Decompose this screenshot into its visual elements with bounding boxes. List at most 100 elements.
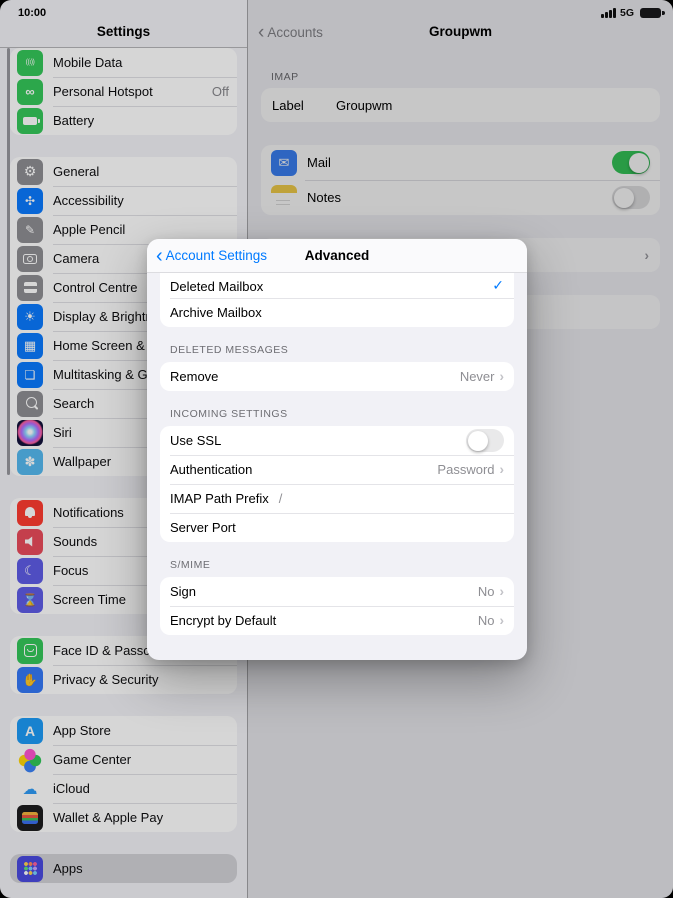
modal-row-value: Never xyxy=(460,369,495,384)
modal-section-header-deleted-messages: DELETED MESSAGES xyxy=(170,344,504,357)
privacy-hand-icon-glyph: ✋ xyxy=(23,673,38,687)
modal-row-sign[interactable]: Sign No › xyxy=(160,577,514,606)
modal-title: Advanced xyxy=(305,248,370,263)
modal-row-deleted-mailbox[interactable]: Deleted Mailbox ✓ xyxy=(160,273,514,298)
face-id-icon xyxy=(17,638,43,664)
personal-hotspot-icon: ∞ xyxy=(17,79,43,105)
sidebar-item-label: Wallet & Apple Pay xyxy=(53,810,229,825)
chevron-right-icon: › xyxy=(500,584,505,599)
modal-row-server-port[interactable]: Server Port xyxy=(160,513,514,542)
mail-icon: ✉ xyxy=(271,150,297,176)
mail-icon-glyph: ✉ xyxy=(279,155,290,171)
sidebar-item-general[interactable]: ⚙General xyxy=(10,157,237,186)
service-row-notes[interactable]: Notes xyxy=(261,180,660,215)
sidebar-item-apps[interactable]: Apps xyxy=(10,854,237,883)
sidebar-group: Apps xyxy=(10,854,237,883)
sidebar-item-label: Personal Hotspot xyxy=(53,84,206,99)
sidebar-group: ((ı)) Mobile Data ∞ Personal HotspotOff Batt… xyxy=(10,48,237,135)
modal-row-encrypt-by-default[interactable]: Encrypt by DefaultNo› xyxy=(160,606,514,635)
label-value: Groupwm xyxy=(336,98,392,113)
label-card: Label Groupwm xyxy=(261,88,660,122)
chevron-right-icon: › xyxy=(645,248,650,263)
mobile-data-icon: ((ı)) xyxy=(17,50,43,76)
chevron-right-icon: › xyxy=(500,369,505,384)
imap-section-header: IMAP xyxy=(271,71,660,83)
sidebar-scrollbar[interactable] xyxy=(7,48,10,475)
hourglass-icon-glyph: ⌛ xyxy=(23,593,38,607)
modal-group: Remove Never › xyxy=(160,362,514,391)
modal-row-value: Password xyxy=(437,462,494,477)
pencil-icon: ✎ xyxy=(17,217,43,243)
sidebar-item-wallet-apple-pay[interactable]: Wallet & Apple Pay xyxy=(10,803,237,832)
camera-icon-glyph xyxy=(23,254,37,264)
sidebar-item-icloud[interactable]: ☁iCloud xyxy=(10,774,237,803)
sidebar-item-personal-hotspot[interactable]: ∞ Personal HotspotOff xyxy=(10,77,237,106)
sidebar-item-label: Apps xyxy=(53,861,229,876)
pencil-icon-glyph: ✎ xyxy=(25,223,35,237)
notes-icon xyxy=(271,185,297,211)
account-settings-back-button[interactable]: ‹ Account Settings xyxy=(156,239,267,272)
sidebar-item-mobile-data[interactable]: ((ı)) Mobile Data xyxy=(10,48,237,77)
sidebar-item-privacy-security[interactable]: ✋Privacy & Security xyxy=(10,665,237,694)
accessibility-icon-glyph: ✣ xyxy=(25,194,35,208)
sidebar-item-label: Battery xyxy=(53,113,229,128)
multitasking-icon-glyph: ❏ xyxy=(25,368,36,382)
wallet-icon-glyph xyxy=(22,812,38,824)
back-label: Account Settings xyxy=(166,248,267,263)
ipad-screen: 10:00 Settings ((ı))Mobile Data∞Personal… xyxy=(0,0,673,898)
speaker-icon-glyph xyxy=(25,536,36,547)
service-label: Notes xyxy=(307,190,341,205)
mail-toggle[interactable] xyxy=(612,151,650,174)
gear-icon-glyph: ⚙ xyxy=(24,163,37,180)
wallpaper-icon-glyph: ✽ xyxy=(25,454,36,470)
modal-row-imap-path-prefix[interactable]: IMAP Path Prefix/ xyxy=(160,484,514,513)
accessibility-icon: ✣ xyxy=(17,188,43,214)
modal-row-value: No xyxy=(478,584,495,599)
notes-toggle[interactable] xyxy=(612,186,650,209)
bell-icon-glyph xyxy=(25,507,35,516)
sidebar-item-label: Mobile Data xyxy=(53,55,229,70)
home-screen-icon-glyph: ▦ xyxy=(24,338,36,354)
mailbox-list: Deleted Mailbox ✓ Archive Mailbox xyxy=(160,273,514,327)
sidebar-item-accessibility[interactable]: ✣Accessibility xyxy=(10,186,237,215)
modal-row-archive-mailbox[interactable]: Archive Mailbox xyxy=(160,298,514,327)
modal-row-label: Deleted Mailbox xyxy=(170,279,263,294)
personal-hotspot-icon-glyph: ∞ xyxy=(25,84,34,99)
sidebar-header: Settings xyxy=(0,0,247,48)
multitasking-icon: ❏ xyxy=(17,362,43,388)
modal-row-label: Sign xyxy=(170,584,196,599)
modal-row-authentication[interactable]: AuthenticationPassword› xyxy=(160,455,514,484)
sidebar-group: A App Store Game Center ☁iCloud Wallet & App… xyxy=(10,716,237,832)
chevron-left-icon: ‹ xyxy=(156,250,163,262)
mail-toggle-knob xyxy=(629,153,649,173)
camera-icon xyxy=(17,246,43,272)
sidebar-item-value: Off xyxy=(206,84,229,99)
modal-sections: DELETED MESSAGESRemoveNever›INCOMING SET… xyxy=(147,344,527,635)
use-ssl-toggle[interactable] xyxy=(466,429,504,452)
modal-row-use-ssl[interactable]: Use SSL xyxy=(160,426,514,455)
service-row-mail[interactable]: ✉Mail xyxy=(261,145,660,180)
sidebar-title: Settings xyxy=(0,24,247,39)
modal-row-remove[interactable]: Remove Never › xyxy=(160,362,514,391)
label-row[interactable]: Label Groupwm xyxy=(261,88,660,122)
modal-row-label: Server Port xyxy=(170,520,236,535)
brightness-icon: ☀ xyxy=(17,304,43,330)
notes-icon-glyph xyxy=(271,185,297,211)
app-store-icon: A xyxy=(17,718,43,744)
privacy-hand-icon: ✋ xyxy=(17,667,43,693)
sidebar-item-label: App Store xyxy=(53,723,229,738)
modal-row-label: Remove xyxy=(170,369,218,384)
sidebar-item-app-store[interactable]: A App Store xyxy=(10,716,237,745)
sidebar-item-game-center[interactable]: Game Center xyxy=(10,745,237,774)
sidebar-item-battery[interactable]: Battery xyxy=(10,106,237,135)
checkmark-icon: ✓ xyxy=(492,277,504,294)
apps-grid-icon-glyph xyxy=(24,862,37,875)
sidebar-item-label: Game Center xyxy=(53,752,229,767)
hourglass-icon: ⌛ xyxy=(17,587,43,613)
chevron-right-icon: › xyxy=(500,613,505,628)
wallet-icon xyxy=(17,805,43,831)
detail-header: ‹ Accounts Groupwm xyxy=(248,0,673,47)
moon-icon: ☾ xyxy=(17,558,43,584)
modal-group: SignNo›Encrypt by DefaultNo› xyxy=(160,577,514,635)
services-card: ✉Mail Notes xyxy=(261,145,660,215)
